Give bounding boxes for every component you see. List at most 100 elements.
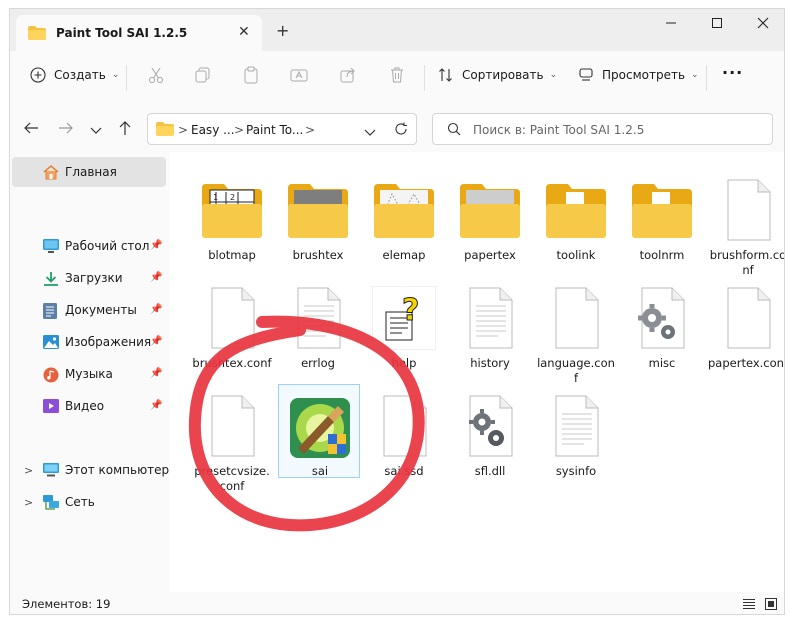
tiles-view-icon[interactable]	[765, 598, 777, 613]
file-name: papertex.conf	[708, 356, 785, 370]
chevron-right-icon[interactable]: >	[24, 464, 33, 477]
pictures-icon	[43, 335, 59, 352]
sidebar-item-network[interactable]: > Сеть	[12, 487, 166, 517]
sidebar-item-documents[interactable]: Документы 📌	[12, 295, 166, 325]
details-view-icon[interactable]	[743, 598, 755, 613]
close-icon	[757, 17, 769, 29]
recent-chevron-icon[interactable]	[90, 124, 102, 138]
window-tab[interactable]: Paint Tool SAI 1.2.5 ✕	[16, 15, 262, 51]
sort-button[interactable]: Сортировать ⌄	[438, 67, 557, 83]
file-item-sai[interactable]: sai	[278, 384, 360, 490]
pin-icon[interactable]: 📌	[150, 368, 162, 379]
file-item-sfl-dll[interactable]: sfl.dll	[450, 384, 530, 488]
folder-item-elemap[interactable]: elemap	[364, 168, 444, 272]
file-name: elemap	[382, 248, 426, 262]
file-item-brushtex-conf[interactable]: brushtex.conf	[192, 276, 272, 380]
maximize-icon	[712, 18, 722, 28]
file-item-sai-ssd[interactable]: sai.ssd	[364, 384, 444, 488]
file-item-history[interactable]: history	[450, 276, 530, 380]
file-item-misc[interactable]: misc	[622, 276, 702, 380]
pin-icon[interactable]: 📌	[150, 400, 162, 411]
folder-item-brushtex[interactable]: brushtex	[278, 168, 358, 272]
file-name: brushform.conf	[709, 248, 785, 277]
divider	[706, 65, 707, 91]
title-bar: Paint Tool SAI 1.2.5 ✕ +	[10, 9, 784, 51]
sidebar-item-pictures[interactable]: Изображения 📌	[12, 327, 166, 357]
sidebar-item-home[interactable]: Главная	[12, 157, 166, 187]
back-arrow-icon[interactable]	[23, 121, 39, 138]
close-tab-icon[interactable]: ✕	[238, 24, 250, 40]
folder-thumb-icon	[374, 184, 434, 238]
close-window-button[interactable]	[751, 17, 775, 37]
copy-icon[interactable]	[194, 66, 212, 87]
file-item-help[interactable]: ? help	[364, 276, 444, 380]
help-icon: ?	[372, 286, 436, 350]
folder-item-blotmap[interactable]: 12 blotmap	[192, 168, 272, 272]
command-bar: Создать ⌄ Сортировать ⌄ Просмотреть ⌄ ··…	[10, 51, 784, 99]
delete-icon[interactable]	[388, 66, 406, 87]
file-name: brushtex	[292, 248, 344, 262]
blank-file-icon	[727, 179, 771, 241]
view-button[interactable]: Просмотреть ⌄	[578, 67, 699, 83]
sidebar-item-label: Документы	[65, 303, 137, 317]
folder-thumb-icon	[460, 184, 520, 238]
cut-icon[interactable]	[147, 66, 165, 87]
music-icon	[43, 367, 59, 386]
sidebar-item-this-pc[interactable]: > Этот компьютер	[12, 455, 169, 485]
file-item-presetcvsize-conf[interactable]: presetcvsize.conf	[192, 384, 272, 493]
sidebar-item-music[interactable]: Музыка 📌	[12, 359, 166, 389]
pin-icon[interactable]: 📌	[150, 336, 162, 347]
folder-icon	[28, 26, 46, 43]
file-item-language-conf[interactable]: language.conf	[536, 276, 616, 385]
file-name: sfl.dll	[474, 464, 506, 478]
share-icon[interactable]	[339, 66, 357, 87]
file-item-brushform-conf[interactable]: brushform.conf	[708, 168, 784, 277]
address-bar[interactable]: > Easy ... > Paint To... >	[147, 113, 417, 145]
sidebar-item-label: Главная	[65, 165, 117, 179]
item-count: Элементов: 19	[22, 597, 111, 611]
new-tab-button[interactable]: +	[276, 21, 289, 40]
sidebar-item-label: Загрузки	[65, 271, 123, 285]
folder-thumb-icon: 12	[202, 184, 262, 238]
up-arrow-icon[interactable]	[118, 120, 132, 139]
search-box[interactable]: Поиск в: Paint Tool SAI 1.2.5	[432, 113, 773, 145]
file-name: history	[470, 356, 510, 370]
minimize-button[interactable]	[659, 17, 683, 37]
folder-thumb-icon	[288, 184, 348, 238]
folder-item-toolink[interactable]: toolink	[536, 168, 616, 272]
breadcrumb-easy[interactable]: Easy ...	[191, 123, 235, 137]
file-item-sysinfo[interactable]: sysinfo	[536, 384, 616, 488]
file-item-papertex-conf[interactable]: papertex.conf	[708, 276, 785, 380]
more-options-button[interactable]: ···	[722, 63, 743, 82]
file-name: papertex	[464, 248, 516, 262]
pin-icon[interactable]: 📌	[150, 240, 162, 251]
plus-circle-icon	[30, 67, 46, 83]
documents-icon	[43, 303, 57, 322]
paste-icon[interactable]	[242, 66, 260, 87]
create-label: Создать	[54, 68, 106, 82]
desktop-icon	[43, 239, 59, 256]
settings-file-icon	[469, 395, 513, 457]
view-icon	[579, 68, 593, 81]
sidebar-item-video[interactable]: Видео 📌	[12, 391, 166, 421]
address-dropdown-icon[interactable]	[364, 126, 376, 140]
sidebar-item-downloads[interactable]: Загрузки 📌	[12, 263, 166, 293]
pin-icon[interactable]: 📌	[150, 272, 162, 283]
file-name: toolnrm	[639, 248, 685, 262]
sidebar-item-desktop[interactable]: Рабочий стол 📌	[12, 231, 166, 261]
folder-item-papertex[interactable]: papertex	[450, 168, 530, 272]
breadcrumb-separator: >	[234, 123, 245, 137]
refresh-icon[interactable]	[394, 122, 408, 139]
maximize-button[interactable]	[705, 17, 729, 37]
blank-file-icon	[211, 287, 255, 349]
folder-item-toolnrm[interactable]: toolnrm	[622, 168, 702, 272]
sort-icon	[439, 68, 452, 82]
rename-icon[interactable]	[290, 66, 308, 87]
create-button[interactable]: Создать ⌄	[30, 67, 119, 83]
forward-arrow-icon[interactable]	[58, 121, 74, 138]
chevron-right-icon[interactable]: >	[24, 496, 33, 509]
pin-icon[interactable]: 📌	[150, 304, 162, 315]
home-icon	[43, 165, 59, 183]
breadcrumb-paint-tool[interactable]: Paint To...	[246, 123, 303, 137]
file-item-errlog[interactable]: errlog	[278, 276, 358, 380]
